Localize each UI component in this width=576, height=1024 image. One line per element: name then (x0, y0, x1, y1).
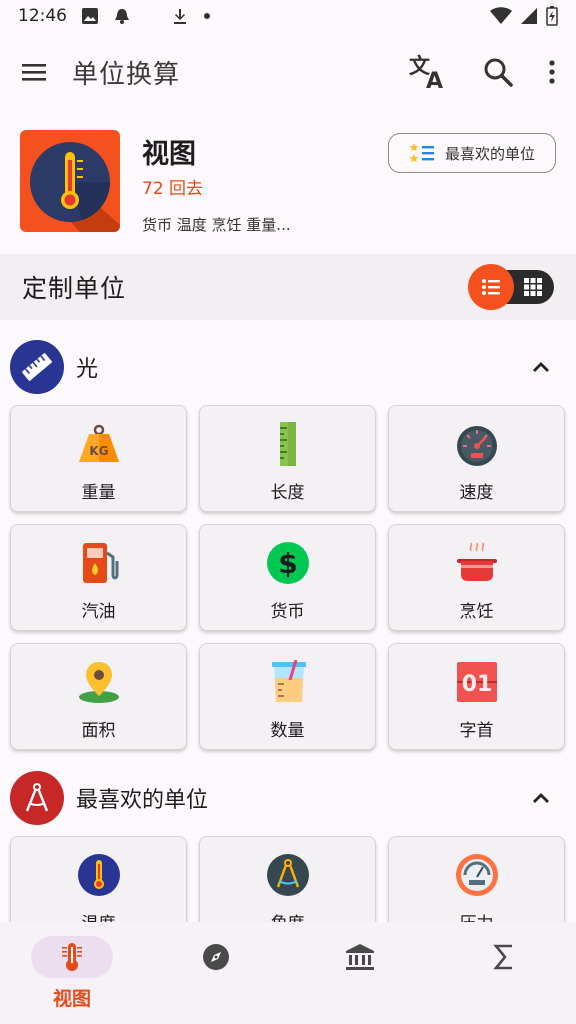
fuel-pump-icon (77, 541, 121, 585)
signal-icon (520, 7, 538, 25)
cooking-pot-icon (455, 541, 499, 585)
unit-label: 汽油 (81, 602, 116, 622)
status-bar: 12:46 (0, 0, 576, 32)
measuring-cup-icon (266, 660, 310, 704)
unit-label: 速度 (459, 483, 494, 503)
ruler-length-icon (266, 422, 310, 466)
svg-text:KG: KG (89, 444, 108, 458)
unit-label: 温度 (82, 909, 116, 922)
map-pin-icon (77, 660, 121, 704)
menu-icon[interactable] (20, 61, 48, 83)
compass-drafting-icon (10, 771, 64, 825)
dollar-coin-icon: $ (266, 541, 310, 585)
unit-tile-weight[interactable]: KG 重量 (10, 405, 187, 512)
custom-units-label: 定制单位 (22, 274, 127, 303)
unit-tile-angle[interactable]: 角度 (199, 836, 376, 922)
nav-item-bank[interactable] (288, 922, 432, 1024)
compass-explore-icon (175, 936, 257, 978)
unit-tile-length[interactable]: 长度 (199, 405, 376, 512)
header-subtitle: 72 回去 (142, 179, 204, 199)
gallery-icon (81, 7, 99, 25)
light-units-grid: KG 重量 长度 速度 汽油 $ 货币 烹饪 面积 数量 01 字首 (10, 405, 566, 750)
nav-label-view: 视图 (52, 988, 91, 1010)
ruler-icon (10, 340, 64, 394)
unit-tile-temperature[interactable]: 温度 (10, 836, 187, 922)
translate-icon[interactable]: 文 A (408, 53, 448, 91)
unit-label: 数量 (270, 721, 305, 741)
list-view-icon[interactable] (468, 264, 514, 310)
chevron-up-icon[interactable] (532, 361, 550, 373)
thermometer-icon (77, 853, 121, 897)
unit-label: 面积 (81, 721, 116, 741)
unit-tile-currency[interactable]: $ 货币 (199, 524, 376, 631)
header-tags: 货币 温度 烹饪 重量... (142, 216, 291, 234)
thermometer-nav-icon (31, 936, 113, 978)
app-title: 单位换算 (72, 59, 181, 90)
unit-label: 长度 (270, 483, 305, 503)
custom-units-bar: 定制单位 (0, 254, 576, 320)
thermometer-logo-icon (20, 130, 120, 232)
wifi-icon (490, 7, 512, 25)
nav-item-view[interactable]: 视图 (0, 922, 144, 1024)
unit-tile-area[interactable]: 面积 (10, 643, 187, 750)
more-vert-icon[interactable] (548, 59, 556, 85)
unit-tile-cooking[interactable]: 烹饪 (388, 524, 565, 631)
compass-icon (266, 853, 310, 897)
download-icon (171, 7, 189, 25)
speedometer-icon (455, 422, 499, 466)
nav-item-formulas[interactable] (432, 922, 576, 1024)
unit-label: 烹饪 (459, 602, 494, 622)
unit-label: 字首 (459, 721, 494, 741)
sigma-icon (463, 936, 545, 978)
favorites-scroll-area: 温度 角度 压力 (0, 826, 576, 922)
unit-tile-fuel[interactable]: 汽油 (10, 524, 187, 631)
weight-icon: KG (77, 422, 121, 466)
section-header-light[interactable]: 光 (10, 339, 566, 395)
search-icon[interactable] (482, 56, 514, 88)
svg-text:01: 01 (461, 672, 492, 697)
nav-item-explore[interactable] (144, 922, 288, 1024)
svg-text:A: A (426, 69, 443, 91)
dot-icon (203, 12, 211, 20)
favorite-units-grid: 温度 角度 压力 (10, 836, 566, 922)
unit-tile-pressure[interactable]: 压力 (388, 836, 565, 922)
notification-bell-icon (113, 7, 131, 25)
unit-label: 角度 (271, 909, 305, 922)
header-card: 视图 72 回去 货币 温度 烹饪 重量... 最喜欢的单位 (20, 130, 556, 240)
status-time: 12:46 (18, 6, 67, 26)
section-header-favorites[interactable]: 最喜欢的单位 (10, 770, 566, 826)
battery-icon (546, 6, 558, 26)
grid-view-icon[interactable] (524, 278, 542, 296)
unit-tile-speed[interactable]: 速度 (388, 405, 565, 512)
section-title-light: 光 (76, 357, 99, 382)
pressure-gauge-icon (455, 853, 499, 897)
header-title: 视图 (142, 139, 196, 170)
app-bar: 单位换算 文 A (0, 40, 576, 104)
favorites-button[interactable]: 最喜欢的单位 (388, 133, 556, 173)
bottom-navigation: 视图 (0, 922, 576, 1024)
unit-tile-prefix[interactable]: 01 字首 (388, 643, 565, 750)
unit-label: 压力 (460, 909, 494, 922)
starred-list-icon (409, 142, 435, 164)
section-title-favorites: 最喜欢的单位 (76, 788, 209, 813)
chevron-up-icon[interactable] (532, 792, 550, 804)
unit-label: 重量 (81, 483, 116, 503)
view-mode-toggle[interactable] (468, 264, 554, 310)
unit-label: 货币 (270, 602, 305, 622)
prefix-01-icon: 01 (455, 660, 499, 704)
unit-tile-quantity[interactable]: 数量 (199, 643, 376, 750)
svg-text:$: $ (278, 547, 297, 580)
bank-icon (319, 936, 401, 978)
favorites-button-label: 最喜欢的单位 (444, 144, 535, 163)
